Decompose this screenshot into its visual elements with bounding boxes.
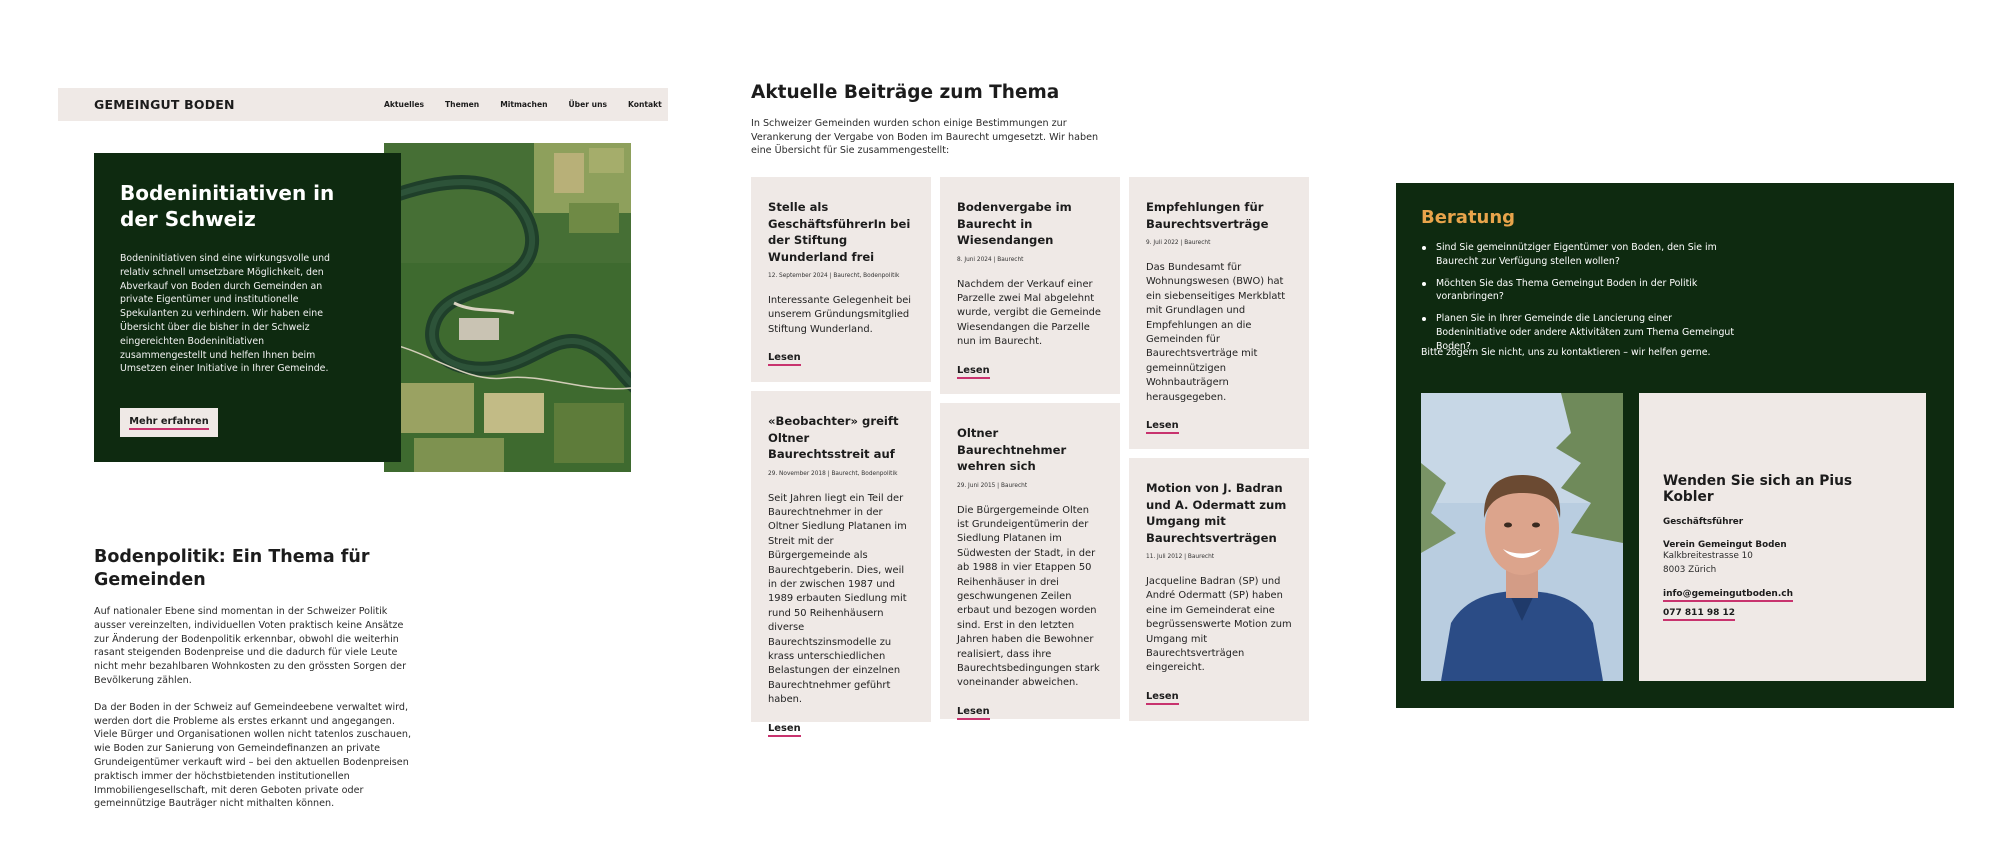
contact-street: Kalkbreitestrasse 10: [1663, 551, 1753, 561]
article-meta: 29. November 2018 | Baurecht, Bodenpolit…: [768, 470, 898, 477]
article-title[interactable]: «Beobachter» greift Oltner Baurechtsstre…: [768, 413, 914, 463]
mehr-erfahren-label: Mehr erfahren: [129, 416, 209, 430]
contact-card: Wenden Sie sich an Pius Kobler Geschäfts…: [1639, 393, 1926, 681]
contact-email-link[interactable]: info@gemeingutboden.ch: [1663, 589, 1902, 602]
beratung-title: Beratung: [1421, 207, 1516, 228]
mehr-erfahren-button[interactable]: Mehr erfahren: [120, 408, 218, 437]
read-link-label: Lesen: [957, 706, 990, 720]
bodenpolitik-paragraph-1: Auf nationaler Ebene sind momentan in de…: [94, 606, 407, 686]
hero-card: Bodeninitiativen in der Schweiz Bodenini…: [94, 153, 401, 462]
article-read-link[interactable]: Lesen: [768, 352, 914, 367]
read-link-label: Lesen: [768, 723, 801, 737]
portrait-photo: [1421, 393, 1623, 681]
site-logo[interactable]: GEMEINGUT BODEN: [94, 97, 235, 112]
aerial-map-image: [384, 143, 631, 472]
article-read-link[interactable]: Lesen: [957, 706, 1103, 720]
article-card: Oltner Baurechtnehmer wehren sich 29. Ju…: [940, 403, 1120, 720]
nav-item-aktuelles[interactable]: Aktuelles: [384, 100, 424, 109]
hero-text: Bodeninitiativen sind eine wirkungsvolle…: [120, 253, 331, 375]
article-card: Motion von J. Badran und A. Odermatt zum…: [1129, 458, 1309, 721]
articles-header: Aktuelle Beiträge zum Thema In Schweizer…: [751, 82, 1101, 158]
read-link-label: Lesen: [1146, 691, 1179, 705]
contact-phone-link[interactable]: 077 811 98 12: [1663, 608, 1902, 621]
contact-email: info@gemeingutboden.ch: [1663, 589, 1794, 602]
read-link-label: Lesen: [1146, 420, 1179, 435]
article-excerpt: Jacqueline Badran (SP) und André Odermat…: [1146, 576, 1292, 674]
article-card: Empfehlungen für Baurechtsverträge 9. Ju…: [1129, 177, 1309, 449]
article-card: Bodenvergabe im Baurecht in Wiesendangen…: [940, 177, 1120, 394]
beratung-bullet: Sind Sie gemeinnütziger Eigentümer von B…: [1422, 241, 1742, 269]
article-title[interactable]: Stelle als GeschäftsführerIn bei der Sti…: [768, 199, 914, 265]
beratung-note: Bitte zögern Sie nicht, uns zu kontaktie…: [1421, 347, 1711, 358]
contact-org: Verein Gemeingut Boden: [1663, 540, 1787, 550]
read-link-label: Lesen: [957, 365, 990, 379]
article-read-link[interactable]: Lesen: [1146, 420, 1292, 435]
article-meta: 12. September 2024 | Baurecht, Bodenpoli…: [768, 273, 900, 279]
article-card: Stelle als GeschäftsführerIn bei der Sti…: [751, 177, 931, 382]
contact-heading: Wenden Sie sich an Pius Kobler: [1663, 473, 1853, 505]
article-card: «Beobachter» greift Oltner Baurechtsstre…: [751, 391, 931, 737]
hero-title: Bodeninitiativen in der Schweiz: [120, 181, 335, 231]
bodenpolitik-title: Bodenpolitik: Ein Thema für Gemeinden: [94, 547, 370, 590]
nav-item-mitmachen[interactable]: Mitmachen: [500, 100, 547, 109]
article-excerpt: Die Bürgergemeinde Olten ist Grundeigent…: [957, 504, 1100, 689]
article-meta: 8. Juni 2024 | Baurecht: [957, 256, 1024, 263]
article-read-link[interactable]: Lesen: [768, 723, 914, 737]
article-meta: 29. Juni 2015 | Baurecht: [957, 482, 1028, 489]
beratung-section: Beratung Sind Sie gemeinnütziger Eigentü…: [1396, 183, 1954, 708]
article-read-link[interactable]: Lesen: [1146, 691, 1292, 705]
articles-intro: In Schweizer Gemeinden wurden schon eini…: [751, 118, 1099, 156]
site-header: GEMEINGUT BODEN Aktuelles Themen Mitmach…: [58, 88, 668, 121]
bodenpolitik-paragraph-2: Da der Boden in der Schweiz auf Gemeinde…: [94, 701, 412, 810]
nav-item-themen[interactable]: Themen: [445, 100, 479, 109]
article-title[interactable]: Motion von J. Badran und A. Odermatt zum…: [1146, 480, 1292, 546]
article-title[interactable]: Oltner Baurechtnehmer wehren sich: [957, 425, 1103, 475]
article-excerpt: Interessante Gelegenheit bei unserem Grü…: [768, 295, 912, 335]
read-link-label: Lesen: [768, 352, 801, 367]
article-excerpt: Das Bundesamt für Wohnungswesen (BWO) ha…: [1146, 262, 1286, 403]
contact-role: Geschäftsführer: [1663, 517, 1744, 527]
article-meta: 9. Juli 2022 | Baurecht: [1146, 240, 1211, 246]
contact-phone: 077 811 98 12: [1663, 608, 1736, 621]
nav-item-ueber-uns[interactable]: Über uns: [569, 100, 607, 109]
bodenpolitik-section: Bodenpolitik: Ein Thema für Gemeinden Au…: [94, 546, 419, 811]
articles-title: Aktuelle Beiträge zum Thema: [751, 82, 1060, 103]
article-excerpt: Nachdem der Verkauf einer Parzelle zwei …: [957, 278, 1101, 348]
beratung-bullet: Möchten Sie das Thema Gemeingut Boden in…: [1422, 277, 1742, 305]
contact-city: 8003 Zürich: [1663, 564, 1717, 575]
article-excerpt: Seit Jahren liegt ein Teil der Baurechtn…: [768, 492, 907, 706]
beratung-list: Sind Sie gemeinnütziger Eigentümer von B…: [1422, 241, 1742, 362]
article-meta: 11. Juli 2012 | Baurecht: [1146, 554, 1215, 560]
article-title[interactable]: Empfehlungen für Baurechtsverträge: [1146, 199, 1292, 232]
main-nav: Aktuelles Themen Mitmachen Über uns Kont…: [384, 100, 662, 109]
article-read-link[interactable]: Lesen: [957, 365, 1103, 379]
article-title[interactable]: Bodenvergabe im Baurecht in Wiesendangen: [957, 199, 1103, 249]
nav-item-kontakt[interactable]: Kontakt: [628, 100, 662, 109]
